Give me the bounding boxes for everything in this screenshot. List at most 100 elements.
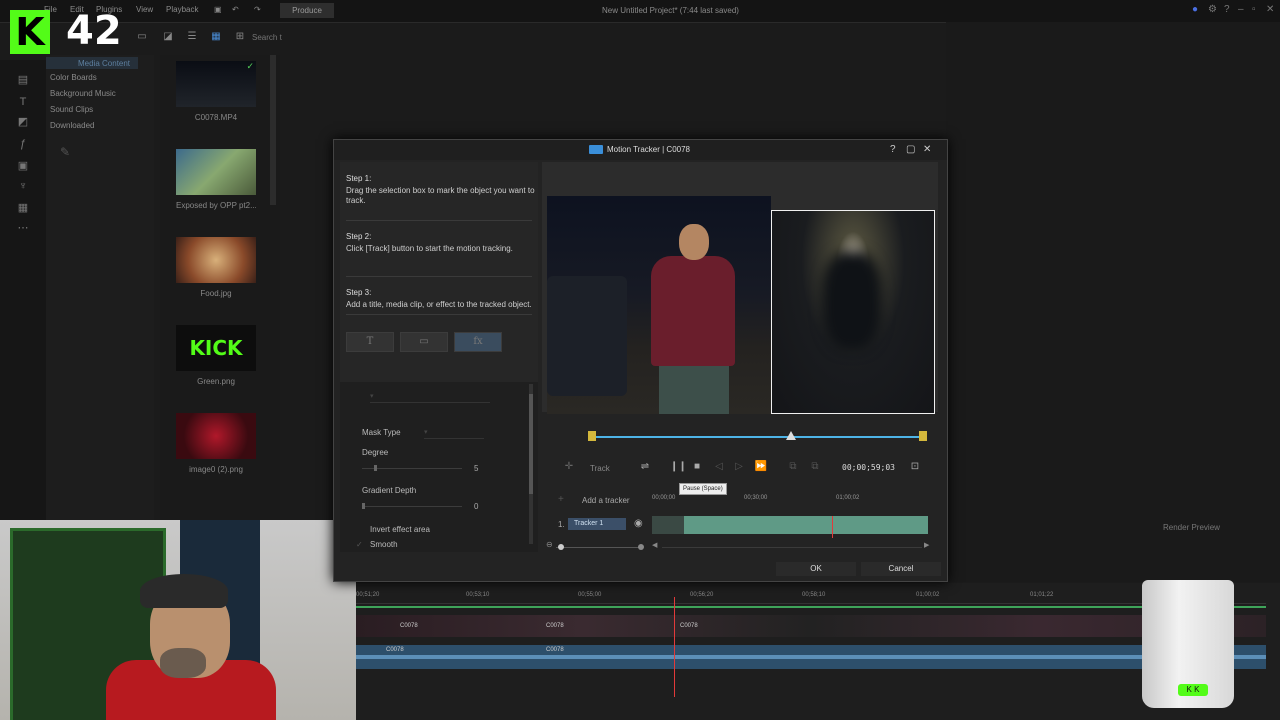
degree-slider[interactable] bbox=[362, 468, 462, 469]
tracker-name-field[interactable]: Tracker 1 bbox=[568, 518, 626, 530]
smooth-checkbox[interactable]: Smooth bbox=[370, 540, 398, 549]
scroll-left-icon[interactable]: ◀ bbox=[652, 541, 657, 549]
menu-view[interactable]: View bbox=[136, 5, 153, 14]
project-title: New Untitled Project* (7:44 last saved) bbox=[602, 6, 739, 15]
tracking-settings-icon[interactable]: ⇌ bbox=[638, 461, 652, 472]
title-room-icon[interactable]: T bbox=[17, 96, 29, 108]
crosshair-icon[interactable]: ✛ bbox=[562, 461, 576, 472]
tracker-row[interactable]: 1. Tracker 1 ◉ bbox=[542, 516, 936, 538]
tree-item-downloaded[interactable]: Downloaded bbox=[50, 121, 94, 130]
plugin-icon[interactable]: ◪ bbox=[162, 31, 174, 43]
timeline-playhead[interactable] bbox=[674, 597, 675, 697]
trim-range-track[interactable] bbox=[592, 436, 924, 438]
effect-properties-panel: ▾ Mask Type ▾ Degree 5 Gradient Depth 0 … bbox=[340, 382, 538, 552]
undo-icon[interactable]: ↶ bbox=[232, 5, 239, 14]
tree-item-media-content[interactable]: Media Content bbox=[78, 59, 130, 68]
add-effect-button[interactable]: fx bbox=[454, 332, 502, 352]
maximize-icon[interactable]: ▢ bbox=[906, 144, 915, 155]
effect-dropdown[interactable]: ▾ bbox=[370, 392, 490, 403]
gradient-slider-knob[interactable] bbox=[362, 503, 365, 509]
audio-waveform bbox=[356, 655, 1266, 659]
tracker-hscroll[interactable] bbox=[662, 547, 922, 548]
subtitle-room-icon[interactable]: ▦ bbox=[17, 202, 29, 214]
more-icon[interactable]: ⋯ bbox=[17, 222, 29, 234]
produce-button[interactable]: Produce bbox=[280, 3, 334, 18]
screenshot-icon[interactable]: ⊡ bbox=[908, 461, 922, 472]
scrollbar-thumb[interactable] bbox=[529, 394, 533, 494]
media-item[interactable]: KICK Green.png bbox=[176, 325, 256, 386]
tree-item-background-music[interactable]: Background Music bbox=[50, 89, 116, 98]
media-scrollbar[interactable] bbox=[270, 55, 276, 205]
stop-icon[interactable]: ■ bbox=[690, 461, 704, 472]
smooth-check-icon[interactable]: ✓ bbox=[356, 540, 363, 549]
timeline-ruler[interactable]: 00;51;20 00;53;10 00;55;00 00;56;20 00;5… bbox=[356, 589, 1266, 604]
tracker-ruler-tick: 00;00;00 bbox=[652, 495, 676, 501]
zoom-slider-end[interactable] bbox=[638, 544, 644, 550]
audio-track-clip[interactable]: C0078 C0078 bbox=[356, 645, 1266, 669]
media-item[interactable]: Exposed by OPP pt2.... bbox=[176, 149, 256, 210]
fast-forward-icon[interactable]: ⏩ bbox=[754, 461, 768, 472]
gradient-slider[interactable] bbox=[362, 506, 462, 507]
tree-item-sound-clips[interactable]: Sound Clips bbox=[50, 105, 93, 114]
close-icon[interactable]: ✕ bbox=[923, 144, 931, 155]
add-tracker-button[interactable]: Add a tracker bbox=[582, 496, 630, 505]
invert-effect-checkbox[interactable]: Invert effect area bbox=[370, 525, 430, 534]
cancel-button[interactable]: Cancel bbox=[861, 562, 941, 576]
properties-scrollbar[interactable] bbox=[529, 384, 533, 544]
pip-room-icon[interactable]: ▣ bbox=[17, 160, 29, 172]
ok-button[interactable]: OK bbox=[776, 562, 856, 576]
tracker-selection-box[interactable] bbox=[771, 210, 935, 414]
video-car bbox=[547, 276, 627, 396]
next-frame-icon[interactable]: ▷ bbox=[732, 461, 746, 472]
transition-room-icon[interactable]: ◩ bbox=[17, 116, 29, 128]
help-icon[interactable]: ? bbox=[1224, 4, 1230, 15]
snapshot-icon[interactable]: ⧉ bbox=[786, 461, 800, 472]
add-title-button[interactable]: T bbox=[346, 332, 394, 352]
trim-start-handle[interactable] bbox=[588, 431, 596, 441]
eye-icon[interactable]: ◉ bbox=[634, 518, 643, 529]
media-room-icon[interactable]: ▤ bbox=[17, 74, 29, 86]
media-item[interactable]: Food.jpg bbox=[176, 237, 256, 298]
add-media-button[interactable]: ▭ bbox=[400, 332, 448, 352]
pause-icon[interactable]: ❙❙ bbox=[670, 461, 687, 472]
track-button[interactable]: Track bbox=[590, 464, 610, 473]
render-preview-label[interactable]: Render Preview bbox=[1163, 523, 1220, 532]
media-item[interactable]: ✓ C0078.MP4 bbox=[176, 61, 256, 122]
tracker-clip[interactable] bbox=[684, 516, 928, 534]
preview-playhead[interactable] bbox=[786, 431, 796, 440]
dialog-titlebar[interactable]: Motion Tracker | C0078 ? ▢ ✕ bbox=[334, 140, 947, 160]
trim-end-handle[interactable] bbox=[919, 431, 927, 441]
minimize-icon[interactable]: – bbox=[1238, 4, 1244, 15]
video-track-clip[interactable]: C0078 C0078 C0078 bbox=[356, 615, 1266, 637]
maximize-icon[interactable]: ▫ bbox=[1252, 4, 1256, 15]
zoom-slider-knob[interactable] bbox=[558, 544, 564, 550]
scroll-right-icon[interactable]: ▶ bbox=[924, 541, 929, 549]
add-folder-icon[interactable]: ✎ bbox=[60, 145, 70, 159]
particle-room-icon[interactable]: ♆ bbox=[17, 180, 29, 192]
save-icon[interactable]: ▣ bbox=[214, 5, 222, 14]
menu-playback[interactable]: Playback bbox=[166, 5, 198, 14]
close-icon[interactable]: ✕ bbox=[1266, 4, 1274, 15]
previous-frame-icon[interactable]: ◁ bbox=[712, 461, 726, 472]
video-frame[interactable] bbox=[547, 196, 771, 414]
search-input[interactable] bbox=[252, 31, 286, 43]
help-icon[interactable]: ? bbox=[890, 144, 896, 155]
degree-slider-knob[interactable] bbox=[374, 465, 377, 471]
redo-icon[interactable]: ↷ bbox=[254, 5, 261, 14]
apps-icon[interactable]: ⊞ bbox=[234, 31, 246, 43]
tree-item-color-boards[interactable]: Color Boards bbox=[50, 73, 97, 82]
account-icon[interactable]: ● bbox=[1192, 4, 1198, 15]
zoom-out-icon[interactable]: ⊖ bbox=[546, 540, 553, 549]
fx-room-icon[interactable]: ƒ bbox=[17, 138, 29, 150]
export-frame-icon[interactable]: ⧉ bbox=[808, 461, 822, 472]
grid-view-icon[interactable]: ▦ bbox=[210, 31, 222, 43]
import-icon[interactable]: ▭ bbox=[136, 31, 148, 43]
media-label: Exposed by OPP pt2.... bbox=[176, 201, 256, 210]
mask-type-dropdown[interactable]: ▾ bbox=[424, 428, 484, 439]
settings-icon[interactable]: ⚙ bbox=[1208, 4, 1217, 15]
list-view-icon[interactable]: ☰ bbox=[186, 31, 198, 43]
add-icon[interactable]: + bbox=[558, 494, 564, 505]
media-item[interactable]: image0 (2).png bbox=[176, 413, 256, 474]
tracker-playhead[interactable] bbox=[832, 516, 833, 538]
zoom-slider[interactable] bbox=[556, 547, 640, 548]
